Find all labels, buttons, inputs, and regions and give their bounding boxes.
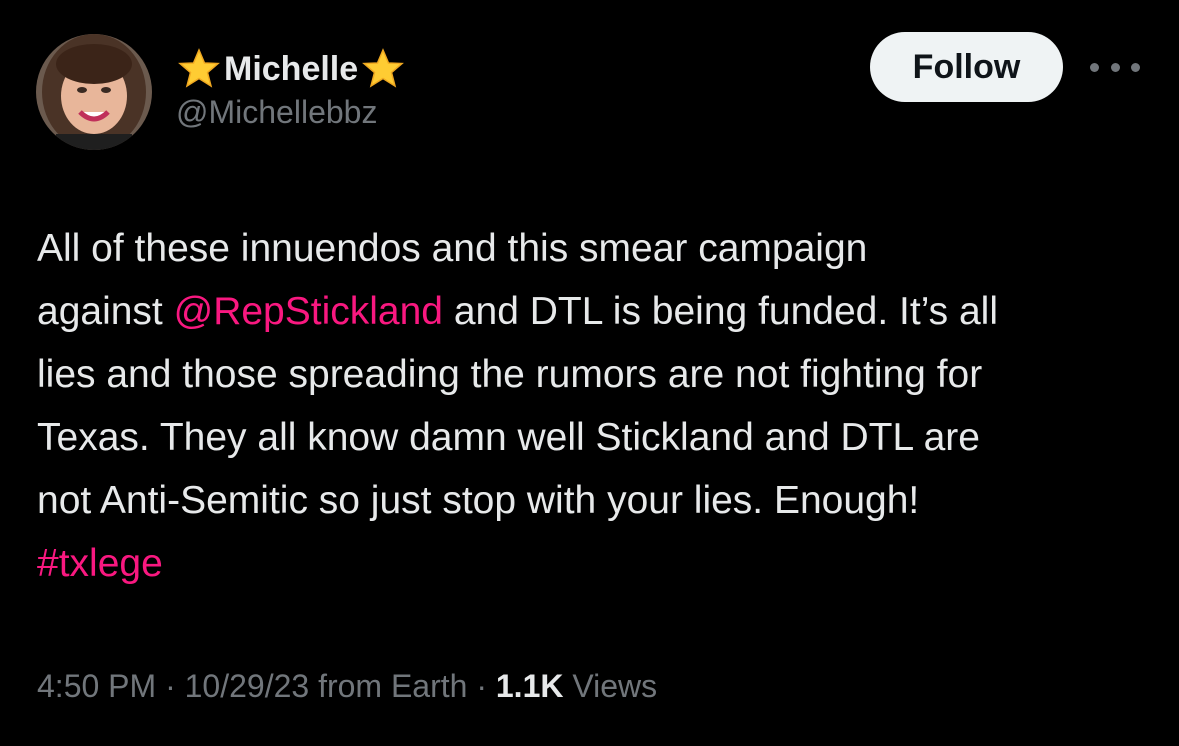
views-label: Views bbox=[563, 668, 658, 704]
separator-dot: · bbox=[467, 668, 496, 704]
tweet-line: against @RepStickland and DTL is being f… bbox=[37, 280, 1147, 343]
tweet-line: All of these innuendos and this smear ca… bbox=[37, 227, 868, 270]
avatar[interactable] bbox=[36, 34, 152, 150]
star-emoji-icon bbox=[360, 48, 406, 90]
more-dot bbox=[1110, 62, 1120, 72]
more-dot bbox=[1090, 62, 1099, 72]
tweet-line: lies and those spreading the rumors are … bbox=[37, 353, 983, 396]
tweet-metadata: 4:50 PM · 10/29/23 from Earth · 1.1K Vie… bbox=[37, 668, 657, 705]
author-handle[interactable]: @Michellebbz bbox=[176, 94, 377, 131]
tweet-text-segment: against bbox=[37, 290, 174, 333]
star-emoji-icon bbox=[176, 48, 222, 90]
views-count[interactable]: 1.1K bbox=[496, 668, 564, 704]
tweet-line: not Anti-Semitic so just stop with your … bbox=[37, 479, 920, 522]
more-horizontal-icon[interactable] bbox=[1090, 56, 1140, 78]
tweet-text: All of these innuendos and this smear ca… bbox=[37, 217, 1147, 595]
author-name-row[interactable]: Michelle bbox=[176, 48, 406, 90]
timestamp-date[interactable]: 10/29/23 bbox=[185, 668, 310, 704]
hashtag-link[interactable]: #txlege bbox=[37, 542, 163, 585]
timestamp-time[interactable]: 4:50 PM bbox=[37, 668, 156, 704]
more-dot bbox=[1131, 62, 1140, 72]
tweet-text-segment: and DTL is being funded. It’s all bbox=[443, 290, 999, 333]
follow-button[interactable]: Follow bbox=[870, 32, 1063, 102]
mention-link[interactable]: @RepStickland bbox=[174, 290, 443, 333]
tweet-line: #txlege bbox=[37, 532, 1147, 595]
tweet-line: Texas. They all know damn well Stickland… bbox=[37, 416, 980, 459]
tweet-source: from Earth bbox=[309, 668, 468, 704]
author-display-name[interactable]: Michelle bbox=[224, 50, 358, 89]
separator-dot: · bbox=[156, 668, 185, 704]
